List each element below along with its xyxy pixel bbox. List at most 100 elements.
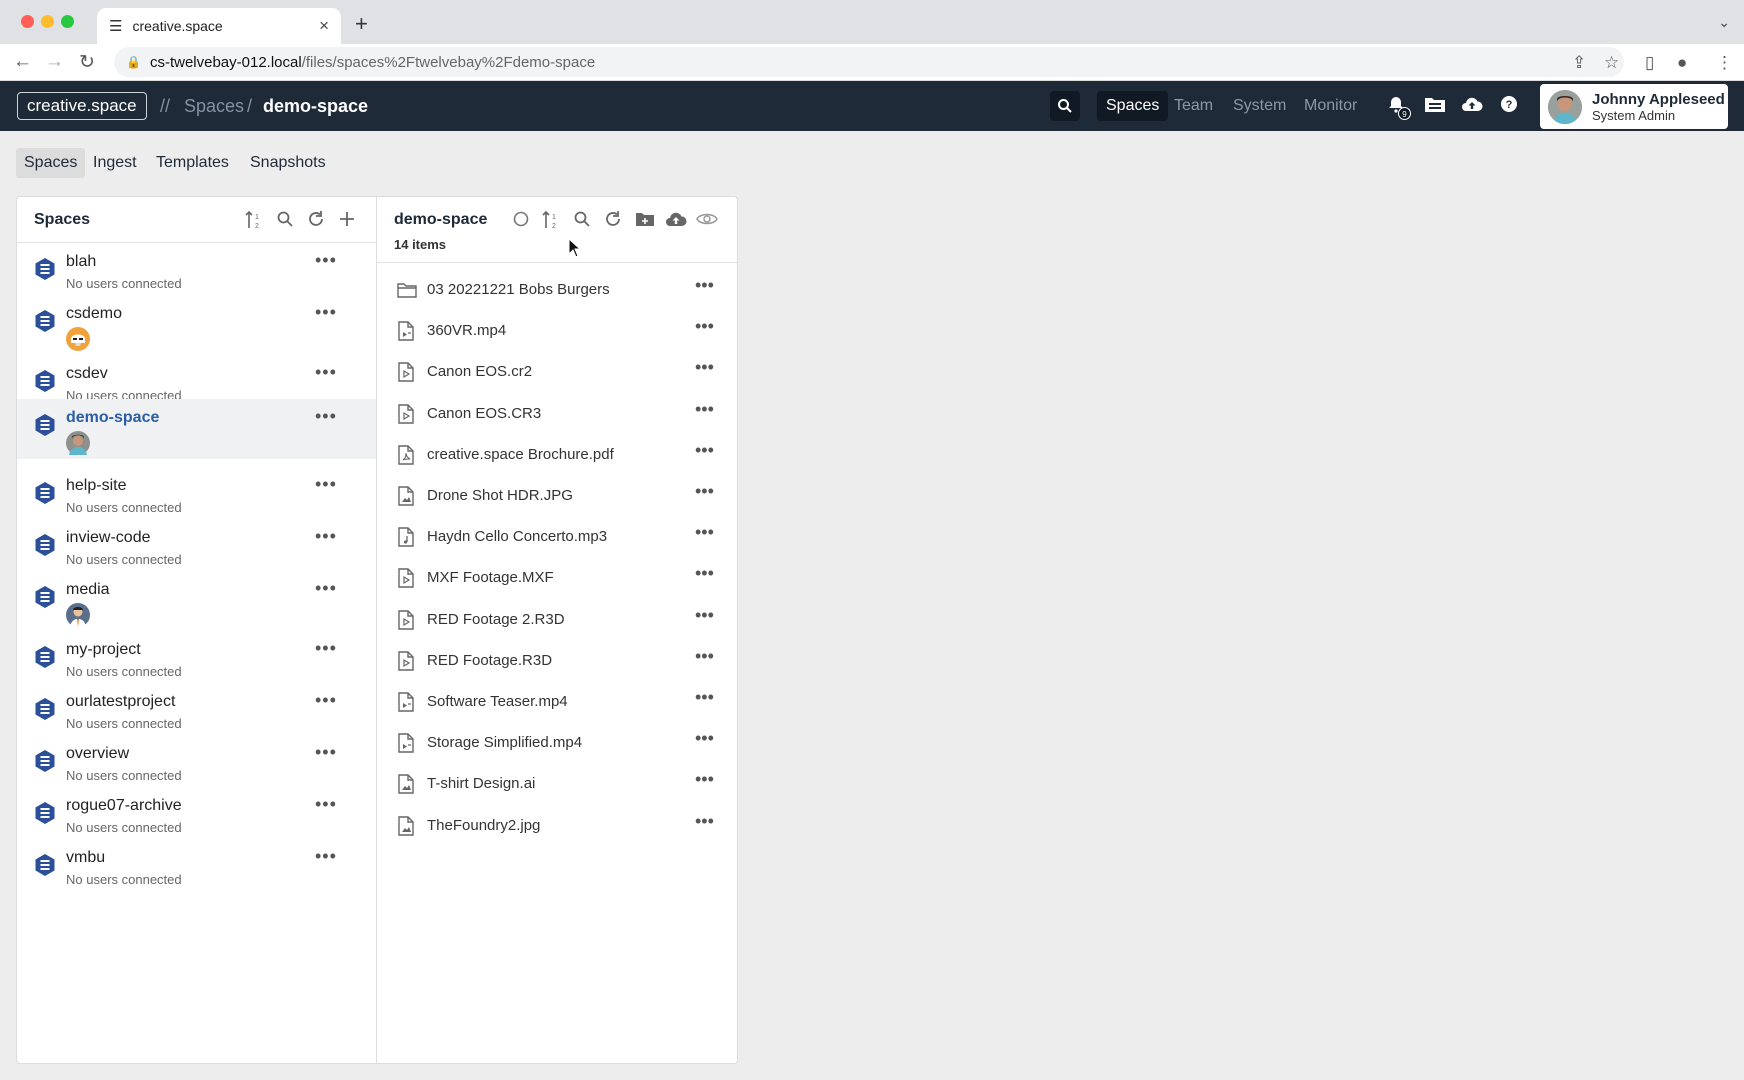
space-more-options-icon[interactable]: ••• [315, 638, 337, 659]
sort-files-icon[interactable]: 12 [542, 210, 560, 235]
file-more-options-icon[interactable]: ••• [695, 440, 714, 461]
nav-monitor[interactable]: Monitor [1295, 91, 1366, 121]
file-more-options-icon[interactable]: ••• [695, 728, 714, 749]
video-file-icon [397, 733, 415, 753]
space-more-options-icon[interactable]: ••• [315, 690, 337, 711]
refresh-files-icon[interactable] [604, 210, 622, 233]
file-row[interactable]: 03 20221221 Bobs Burgers ••• [377, 270, 737, 311]
space-item-media[interactable]: media ••• [17, 571, 376, 637]
file-row[interactable]: creative.space Brochure.pdf ••• [377, 435, 737, 476]
help-icon[interactable]: ? [1500, 95, 1518, 118]
file-more-options-icon[interactable]: ••• [695, 605, 714, 626]
file-row[interactable]: RED Footage.R3D ••• [377, 641, 737, 682]
files-panel: demo-space 14 items 12 03 20221221 Bobs … [376, 196, 738, 1064]
file-row[interactable]: Storage Simplified.mp4 ••• [377, 723, 737, 764]
subnav-templates[interactable]: Templates [148, 148, 237, 178]
file-more-options-icon[interactable]: ••• [695, 563, 714, 584]
forward-arrow-icon[interactable]: → [45, 51, 64, 73]
nav-team[interactable]: Team [1165, 91, 1222, 121]
refresh-spaces-icon[interactable] [307, 210, 325, 233]
select-all-circle-icon[interactable] [512, 210, 530, 233]
space-item-vmbu[interactable]: vmbu No users connected ••• [17, 839, 376, 905]
upload-cloud-icon[interactable] [1461, 95, 1483, 118]
file-more-options-icon[interactable]: ••• [695, 687, 714, 708]
space-more-options-icon[interactable]: ••• [315, 526, 337, 547]
file-row[interactable]: Canon EOS.cr2 ••• [377, 352, 737, 393]
file-more-options-icon[interactable]: ••• [695, 275, 714, 296]
file-more-options-icon[interactable]: ••• [695, 811, 714, 832]
spaces-panel-title: Spaces [34, 211, 91, 228]
subnav-snapshots[interactable]: Snapshots [242, 148, 334, 178]
bookmark-star-icon[interactable]: ☆ [1604, 53, 1619, 73]
space-more-options-icon[interactable]: ••• [315, 250, 337, 271]
file-row[interactable]: Canon EOS.CR3 ••• [377, 394, 737, 435]
file-row[interactable]: 360VR.mp4 ••• [377, 311, 737, 352]
user-menu[interactable]: Johnny Appleseed System Admin [1540, 84, 1728, 129]
file-row[interactable]: Software Teaser.mp4 ••• [377, 682, 737, 723]
subnav-ingest[interactable]: Ingest [85, 148, 145, 178]
file-row[interactable]: RED Footage 2.R3D ••• [377, 600, 737, 641]
sort-icon[interactable]: 12 [245, 210, 263, 235]
space-status: No users connected [66, 716, 182, 731]
upload-icon[interactable] [665, 210, 687, 233]
app-logo[interactable]: creative.space [17, 92, 147, 120]
space-more-options-icon[interactable]: ••• [315, 794, 337, 815]
profile-icon[interactable]: ● [1677, 53, 1687, 73]
file-more-options-icon[interactable]: ••• [695, 769, 714, 790]
space-more-options-icon[interactable]: ••• [315, 742, 337, 763]
file-more-options-icon[interactable]: ••• [695, 357, 714, 378]
file-name: Canon EOS.cr2 [427, 363, 533, 381]
file-row[interactable]: Haydn Cello Concerto.mp3 ••• [377, 517, 737, 558]
space-more-options-icon[interactable]: ••• [315, 302, 337, 323]
new-folder-icon[interactable] [635, 210, 655, 233]
file-row[interactable]: Drone Shot HDR.JPG ••• [377, 476, 737, 517]
tab-list-chevron-icon[interactable]: ⌄ [1718, 14, 1730, 31]
file-more-options-icon[interactable]: ••• [695, 522, 714, 543]
space-more-options-icon[interactable]: ••• [315, 406, 337, 427]
maximize-window-button[interactable] [61, 15, 74, 28]
header-search-button[interactable] [1050, 91, 1080, 121]
space-more-options-icon[interactable]: ••• [315, 474, 337, 495]
new-tab-icon[interactable]: + [355, 11, 368, 37]
space-name: csdemo [66, 305, 123, 322]
sidepanel-icon[interactable]: ▯ [1645, 53, 1654, 73]
nav-spaces[interactable]: Spaces [1097, 91, 1169, 121]
file-browser-icon[interactable] [1424, 95, 1446, 118]
file-name: Software Teaser.mp4 [427, 693, 568, 710]
file-more-options-icon[interactable]: ••• [695, 646, 714, 667]
reload-icon[interactable]: ↻ [79, 51, 95, 74]
address-bar[interactable]: 🔒 cs-twelvebay-012.local/files/spaces%2F… [114, 47, 1624, 77]
share-icon[interactable]: ⇪ [1572, 53, 1586, 73]
file-row[interactable]: TheFoundry2.jpg ••• [377, 806, 737, 847]
file-more-options-icon[interactable]: ••• [695, 481, 714, 502]
space-hex-icon [34, 853, 56, 877]
close-window-button[interactable] [21, 15, 34, 28]
file-more-options-icon[interactable]: ••• [695, 399, 714, 420]
space-more-options-icon[interactable]: ••• [315, 846, 337, 867]
space-item-demo-space[interactable]: demo-space ••• [17, 399, 376, 459]
search-spaces-icon[interactable] [276, 210, 294, 233]
file-row[interactable]: MXF Footage.MXF ••• [377, 558, 737, 599]
space-name: rogue07-archive [66, 797, 182, 814]
subnav-spaces[interactable]: Spaces [16, 148, 86, 178]
back-arrow-icon[interactable]: ← [13, 51, 32, 73]
file-row[interactable]: T-shirt Design.ai ••• [377, 764, 737, 805]
breadcrumb-spaces[interactable]: Spaces [184, 96, 244, 117]
connected-user-avatar [66, 431, 90, 455]
browser-tab[interactable]: ☰ creative.space × [97, 8, 341, 44]
space-more-options-icon[interactable]: ••• [315, 362, 337, 383]
add-space-icon[interactable] [338, 210, 356, 233]
space-name: overview [66, 745, 130, 762]
minimize-window-button[interactable] [41, 15, 54, 28]
space-status: No users connected [66, 872, 182, 887]
file-more-options-icon[interactable]: ••• [695, 316, 714, 337]
browser-menu-icon[interactable]: ⋮ [1716, 53, 1733, 73]
space-more-options-icon[interactable]: ••• [315, 578, 337, 599]
space-item-csdemo[interactable]: csdemo ••• [17, 295, 376, 361]
preview-eye-icon[interactable] [696, 210, 718, 233]
search-files-icon[interactable] [573, 210, 591, 233]
tab-close-icon[interactable]: × [319, 16, 329, 36]
space-hex-icon [34, 585, 56, 609]
space-name: ourlatestproject [66, 693, 176, 710]
nav-system[interactable]: System [1224, 91, 1295, 121]
